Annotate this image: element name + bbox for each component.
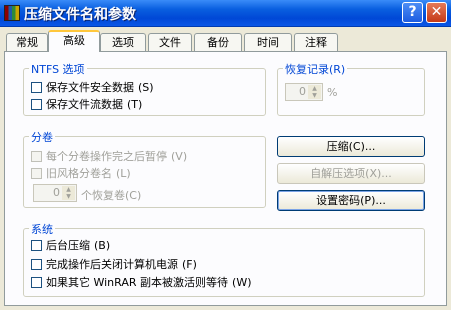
- help-button[interactable]: ?: [402, 2, 423, 23]
- old-style-volume-names-checkbox[interactable]: 旧风格分卷名 (L): [31, 166, 131, 180]
- tab-backup[interactable]: 备份: [194, 33, 242, 51]
- set-password-button[interactable]: 设置密码(P)...: [277, 190, 425, 211]
- ntfs-options-title: NTFS 选项: [29, 61, 87, 77]
- save-streams-checkbox[interactable]: 保存文件流数据 (T): [31, 97, 142, 111]
- tab-comment[interactable]: 注释: [294, 33, 338, 51]
- window-title: 压缩文件名和参数: [24, 7, 136, 23]
- recovery-record-title: 恢复记录(R): [283, 61, 348, 77]
- checkbox-box[interactable]: [31, 167, 42, 179]
- system-title: 系统: [29, 221, 55, 237]
- tab-time[interactable]: 时间: [244, 33, 292, 51]
- recovery-unit: %: [327, 86, 338, 99]
- winrar-icon: [4, 5, 20, 21]
- compression-button[interactable]: 压缩(C)...: [277, 136, 425, 157]
- spinner-arrows-icon[interactable]: ▲ ▼: [308, 85, 321, 99]
- recovery-volumes-spinner[interactable]: 0 ▲ ▼: [33, 184, 77, 202]
- background-compression-checkbox[interactable]: 后台压缩 (B): [31, 238, 110, 252]
- recovery-volumes-label: 个恢复卷(C): [81, 189, 142, 202]
- tab-panel: NTFS 选项 保存文件安全数据 (S) 保存文件流数据 (T) 恢复记录(R) 0…: [4, 51, 447, 306]
- checkbox-box[interactable]: [31, 150, 42, 162]
- tab-files[interactable]: 文件: [148, 33, 192, 51]
- title-bar: 压缩文件名和参数 ? ✕: [0, 0, 451, 27]
- recovery-record-spinner[interactable]: 0 ▲ ▼: [285, 83, 323, 101]
- checkbox-box[interactable]: [31, 258, 42, 270]
- shutdown-after-checkbox[interactable]: 完成操作后关闭计算机电源 (F): [31, 257, 197, 271]
- checkbox-box[interactable]: [31, 98, 42, 110]
- spinner-arrows-icon[interactable]: ▲ ▼: [62, 186, 75, 200]
- volumes-title: 分卷: [29, 129, 55, 145]
- save-security-checkbox[interactable]: 保存文件安全数据 (S): [31, 80, 154, 94]
- tab-options[interactable]: 选项: [100, 33, 146, 51]
- pause-after-volume-checkbox[interactable]: 每个分卷操作完之后暂停 (V): [31, 149, 187, 163]
- checkbox-box[interactable]: [31, 276, 42, 288]
- tab-general[interactable]: 常规: [6, 33, 48, 51]
- sfx-options-button[interactable]: 自解压选项(X)...: [277, 163, 425, 184]
- checkbox-box[interactable]: [31, 81, 42, 93]
- checkbox-box[interactable]: [31, 239, 42, 251]
- close-button[interactable]: ✕: [426, 2, 447, 23]
- tab-advanced[interactable]: 高级: [48, 30, 100, 52]
- wait-other-copies-checkbox[interactable]: 如果其它 WinRAR 副本被激活则等待 (W): [31, 275, 252, 289]
